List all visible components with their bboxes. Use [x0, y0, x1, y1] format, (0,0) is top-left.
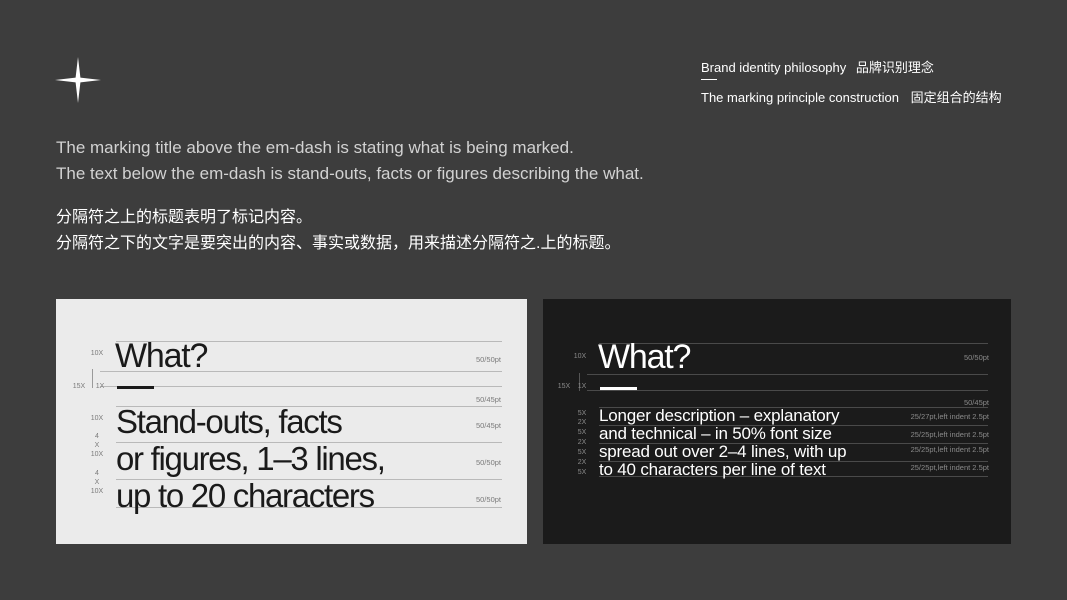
mark-label: 10X [90, 488, 104, 495]
mark-label: 1X [577, 383, 587, 390]
spec-label: 25/25pt,left indent 2.5pt [910, 430, 989, 439]
guide-line [587, 390, 988, 391]
guide-line [100, 386, 502, 387]
description-line-1: Longer description – explanatory [599, 406, 840, 425]
light-example-panel: 10X 15X 1X 10X 4 X 10X 4 X 10X What? Sta… [56, 299, 527, 544]
marking-title: What? [115, 337, 208, 375]
spec-label: 50/50pt [475, 458, 501, 467]
standout-line-2: or figures, 1–3 lines, [116, 440, 386, 477]
mark-label: 2X [577, 419, 587, 426]
spec-label: 25/25pt,left indent 2.5pt [910, 445, 989, 454]
mark-label: 10X [90, 350, 104, 357]
header-principle: The marking principle construction 固定组合的… [701, 87, 1002, 106]
mark-label: 2X [577, 439, 587, 446]
mark-label: 15X [72, 383, 86, 390]
header-philosophy: Brand identity philosophy 品牌识别理念 [701, 57, 934, 76]
spec-label: 50/45pt [963, 398, 989, 407]
intro-en-line-2: The text below the em-dash is stand-outs… [56, 164, 644, 183]
principle-zh: 固定组合的结构 [910, 90, 1002, 105]
description-line-3: spread out over 2–4 lines, with up [599, 442, 847, 461]
description-line-2: and technical – in 50% font size [599, 424, 832, 443]
intro-zh-line-1: 分隔符之上的标题表明了标记内容。 [56, 209, 313, 226]
philosophy-en: Brand identity philosophy [701, 60, 847, 75]
four-point-star-icon [55, 57, 101, 103]
mark-label: 15X [557, 383, 571, 390]
mark-label: 5X [577, 449, 587, 456]
mark-label: 10X [90, 451, 104, 458]
intro-zh-line-2: 分隔符之下的文字是要突出的内容、事实或数据，用来描述分隔符之.上的标题。 [56, 235, 621, 252]
dark-example-panel: 10X 15X 1X 5X 2X 5X 2X 5X 2X 5X What? Lo… [543, 299, 1011, 544]
mark-label: 5X [577, 410, 587, 417]
spec-label: 50/45pt [475, 421, 501, 430]
spec-label: 50/50pt [475, 355, 501, 364]
standout-line-3: up to 20 characters [116, 477, 375, 514]
spec-label: 50/50pt [475, 495, 501, 504]
marking-title: What? [598, 338, 691, 376]
description-line-4: to 40 characters per line of text [599, 460, 826, 479]
spec-label: 25/25pt,left indent 2.5pt [910, 463, 989, 472]
mark-label: 4 [95, 470, 99, 477]
mark-label: 5X [577, 469, 587, 476]
philosophy-zh: 品牌识别理念 [855, 60, 934, 75]
standout-line-1: Stand-outs, facts [116, 403, 343, 440]
em-dash [117, 386, 154, 389]
mark-label: 4 [95, 433, 99, 440]
mark-label: 10X [573, 353, 587, 360]
spec-label: 50/50pt [963, 353, 989, 362]
em-dash [600, 387, 637, 390]
mark-label: 2X [577, 459, 587, 466]
mark-label: 10X [90, 415, 104, 422]
mark-label: X [94, 442, 100, 449]
mark-label: 5X [577, 429, 587, 436]
principle-en: The marking principle construction [701, 90, 899, 105]
intro-en-line-1: The marking title above the em-dash is s… [56, 138, 574, 157]
mark-label: X [94, 479, 100, 486]
spec-label: 50/45pt [475, 395, 501, 404]
spec-label: 25/27pt,left indent 2.5pt [910, 412, 989, 421]
mark-label: 1X [95, 383, 105, 390]
header-em-dash [701, 79, 717, 80]
